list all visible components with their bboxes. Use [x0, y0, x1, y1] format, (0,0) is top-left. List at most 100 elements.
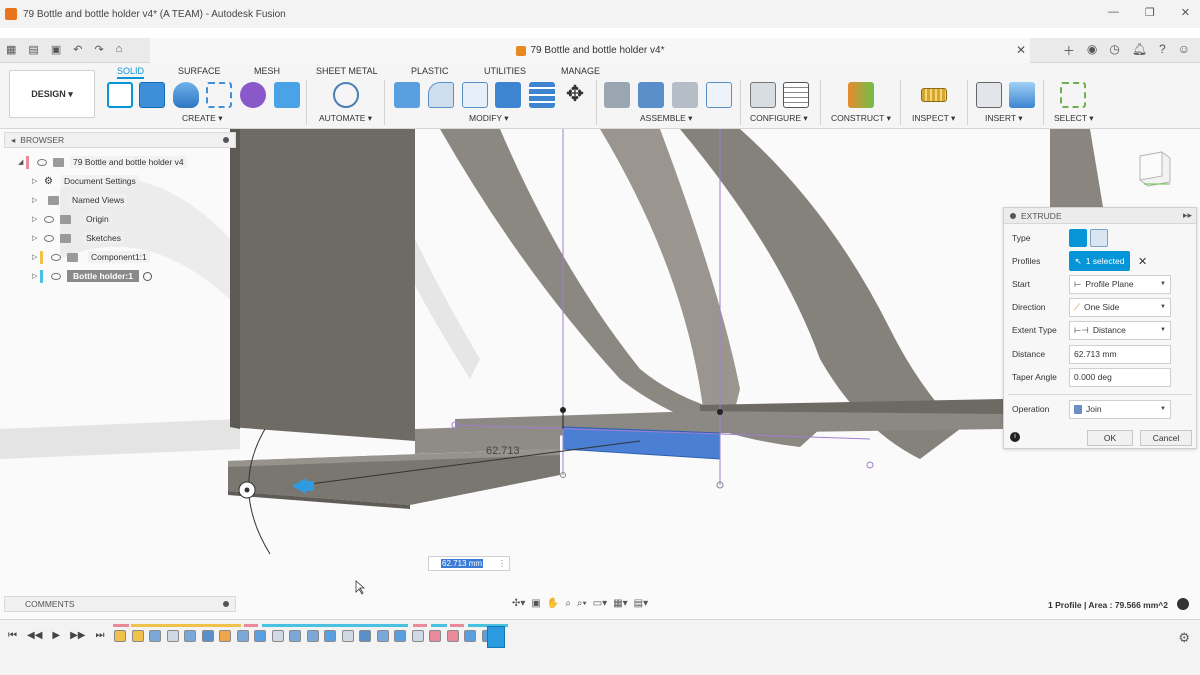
direction-dropdown[interactable]: ⟋ One Side ▼	[1069, 297, 1171, 317]
construct-group-label[interactable]: CONSTRUCT ▾	[831, 113, 891, 124]
undo-icon[interactable]: ↶	[73, 43, 82, 56]
redo-icon[interactable]: ↷	[94, 43, 103, 56]
visibility-hidden-icon[interactable]	[44, 215, 54, 223]
workspace-switcher[interactable]: DESIGN ▾	[9, 70, 95, 118]
maximize-icon[interactable]: ❐	[1145, 6, 1155, 19]
tree-item-component1[interactable]: ▷ Component1:1	[32, 249, 150, 265]
file-icon[interactable]: ▤	[28, 43, 38, 56]
profile-icon[interactable]: ☺	[1178, 42, 1190, 59]
timeline-feature-icon[interactable]	[271, 630, 284, 642]
tree-item-document-settings[interactable]: ▷ ⚙ Document Settings	[32, 173, 139, 189]
visibility-eye-icon[interactable]	[44, 234, 54, 242]
as-built-joint-icon[interactable]	[672, 82, 698, 108]
timeline-feature-icon[interactable]	[289, 630, 301, 642]
bom-icon[interactable]	[706, 82, 732, 108]
cancel-button[interactable]: Cancel	[1140, 430, 1192, 446]
new-component-icon[interactable]	[604, 82, 630, 108]
timeline-feature-icon[interactable]	[254, 630, 266, 642]
timeline-feature-icon[interactable]	[166, 630, 179, 642]
job-status-icon[interactable]: ◷	[1109, 42, 1119, 59]
extent-type-dropdown[interactable]: ⊢⊣ Distance ▼	[1069, 320, 1171, 340]
expand-arrow-icon[interactable]: ▷	[32, 272, 40, 280]
tree-root-item[interactable]: ◢ 79 Bottle and bottle holder v4	[18, 154, 187, 170]
timeline-feature-icon[interactable]	[341, 630, 354, 642]
browser-collapse-icon[interactable]: ◂	[11, 135, 15, 146]
press-pull-icon[interactable]	[394, 82, 420, 108]
assemble-group-label[interactable]: ASSEMBLE ▾	[640, 113, 692, 124]
tab-mesh[interactable]: MESH	[254, 66, 280, 76]
document-tab[interactable]: 79 Bottle and bottle holder v4* ✕	[150, 38, 1030, 63]
timeline-feature-icon[interactable]	[184, 630, 196, 642]
insert-group-label[interactable]: INSERT ▾	[985, 113, 1023, 124]
taper-angle-input[interactable]: 0.000 deg	[1069, 367, 1171, 387]
operation-dropdown[interactable]: Join ▼	[1069, 399, 1171, 419]
timeline-feature-icon[interactable]	[446, 630, 459, 642]
visibility-hidden-icon[interactable]	[51, 253, 61, 261]
ok-button[interactable]: OK	[1087, 430, 1133, 446]
fillet-icon[interactable]	[428, 82, 454, 108]
comments-panel[interactable]: COMMENTS	[4, 596, 236, 612]
help-icon[interactable]: ?	[1159, 42, 1166, 59]
extensions-icon[interactable]: ◉	[1087, 42, 1097, 59]
timeline-feature-icon[interactable]	[394, 630, 406, 642]
tab-sheet-metal[interactable]: SHEET METAL	[316, 66, 378, 76]
type-thin-icon[interactable]	[1090, 229, 1108, 247]
move-icon[interactable]: ✥	[562, 82, 588, 108]
tab-utilities[interactable]: UTILITIES	[484, 66, 526, 76]
automate-group-label[interactable]: AUTOMATE ▾	[319, 113, 372, 124]
start-dropdown[interactable]: ⊢ Profile Plane ▼	[1069, 274, 1171, 294]
create-sketch-icon[interactable]	[107, 82, 133, 108]
tab-plastic[interactable]: PLASTIC	[411, 66, 449, 76]
configure-group-label[interactable]: CONFIGURE ▾	[750, 113, 808, 124]
pan-icon[interactable]: ✋	[547, 598, 559, 609]
notifications-icon[interactable]: 🔔︎	[1132, 42, 1147, 59]
revolve-icon[interactable]	[173, 82, 199, 108]
dimension-input-field[interactable]: 62.713 mm ⋮	[428, 556, 510, 571]
timeline-feature-icon[interactable]	[306, 630, 319, 642]
insert-derive-icon[interactable]	[976, 82, 1002, 108]
offset-plane-icon[interactable]	[848, 82, 874, 108]
play-icon[interactable]: ▶	[52, 630, 60, 641]
select-group-label[interactable]: SELECT ▾	[1054, 113, 1094, 124]
expand-arrow-icon[interactable]: ▷	[32, 196, 40, 204]
go-to-end-icon[interactable]: ⏭	[95, 630, 104, 641]
collapse-arrow-icon[interactable]: ◢	[18, 158, 26, 166]
comments-pin-icon[interactable]	[223, 601, 229, 607]
configure-icon[interactable]	[750, 82, 776, 108]
expand-arrow-icon[interactable]: ▷	[32, 253, 40, 261]
timeline-marker[interactable]	[487, 626, 505, 648]
shell-icon[interactable]	[462, 82, 488, 108]
inspect-group-label[interactable]: INSPECT ▾	[912, 113, 955, 124]
tab-solid[interactable]: SOLID	[117, 66, 145, 79]
home-icon[interactable]: ⌂	[116, 43, 123, 56]
offset-face-icon[interactable]	[529, 82, 555, 108]
measure-icon[interactable]	[921, 88, 947, 102]
view-cube[interactable]	[1134, 148, 1176, 190]
timeline-feature-icon[interactable]	[219, 630, 231, 642]
step-back-icon[interactable]: ◀◀	[27, 630, 42, 641]
box-icon[interactable]	[274, 82, 300, 108]
go-to-start-icon[interactable]: ⏮	[8, 630, 17, 641]
display-settings-icon[interactable]: ▭▾	[593, 598, 607, 609]
form-icon[interactable]	[240, 82, 266, 108]
viewports-icon[interactable]: ▤▾	[634, 598, 648, 609]
timeline-settings-gear-icon[interactable]: ⚙	[1178, 630, 1190, 646]
distance-input[interactable]: 62.713 mm	[1069, 344, 1171, 364]
type-solid-icon[interactable]	[1069, 229, 1087, 247]
tree-item-named-views[interactable]: ▷ Named Views	[32, 192, 128, 208]
visibility-eye-icon[interactable]	[51, 272, 61, 280]
sweep-icon[interactable]	[206, 82, 232, 108]
camera-icon[interactable]: ▣	[531, 598, 540, 609]
new-tab-icon[interactable]: ＋	[1063, 42, 1075, 59]
timeline-feature-icon[interactable]	[236, 630, 249, 642]
dialog-pin-icon[interactable]	[1010, 212, 1016, 219]
tree-item-sketches[interactable]: ▷ Sketches	[32, 230, 124, 246]
combine-icon[interactable]	[495, 82, 521, 108]
save-icon[interactable]: ▣	[51, 43, 61, 56]
joint-icon[interactable]	[638, 82, 664, 108]
profiles-selection-button[interactable]: ↖ 1 selected	[1069, 251, 1130, 271]
create-group-label[interactable]: CREATE ▾	[182, 113, 222, 124]
modify-group-label[interactable]: MODIFY ▾	[469, 113, 509, 124]
grid-menu-icon[interactable]: ▦	[6, 43, 16, 56]
browser-pin-icon[interactable]	[223, 137, 229, 143]
